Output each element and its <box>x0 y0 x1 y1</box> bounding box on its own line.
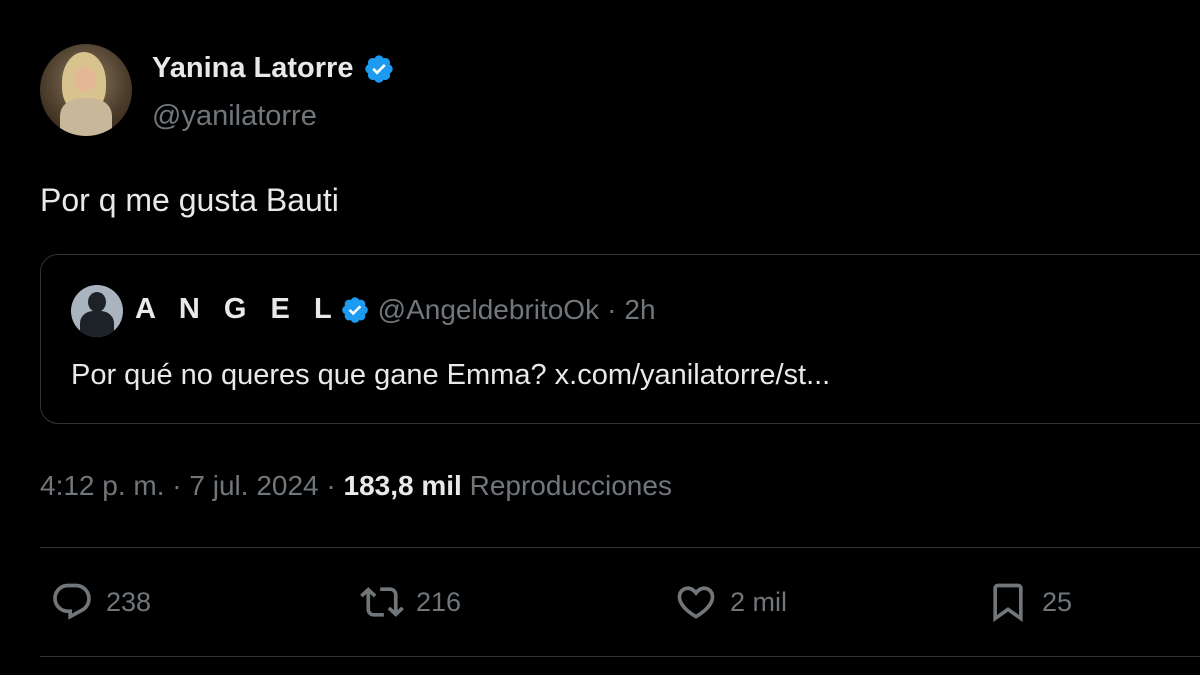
quoted-tweet-header: A N G E L @AngeldebritoOk · 2h <box>135 293 656 326</box>
reply-icon <box>53 583 91 620</box>
author-name-row: Yanina Latorre <box>152 52 395 85</box>
quoted-author-name[interactable]: A N G E L <box>135 293 340 326</box>
bookmark-count: 25 <box>1042 586 1073 617</box>
meta-separator: · <box>172 470 182 501</box>
bookmark-button[interactable]: 25 <box>986 580 1072 624</box>
quoted-avatar-body <box>80 311 114 337</box>
repost-count: 216 <box>416 586 462 617</box>
tweet-meta: 4:12 p. m. · 7 jul. 2024 · 183,8 mil Rep… <box>40 470 672 502</box>
tweet-time[interactable]: 4:12 p. m. <box>40 470 165 501</box>
author-display-name[interactable]: Yanina Latorre <box>152 52 353 85</box>
tweet-card: Yanina Latorre @yanilatorre Por q me gus… <box>0 0 1200 675</box>
tweet-text: Por q me gusta Bauti <box>40 182 339 218</box>
author-handle[interactable]: @yanilatorre <box>152 100 317 133</box>
quoted-tweet[interactable]: A N G E L @AngeldebritoOk · 2h Por qué n… <box>40 254 1200 424</box>
bookmark-icon <box>993 583 1023 623</box>
tweet-date[interactable]: 7 jul. 2024 <box>189 470 318 501</box>
like-button[interactable]: 2 mil <box>674 580 787 624</box>
like-count: 2 mil <box>730 586 788 617</box>
views-count: 183,8 mil <box>343 470 462 501</box>
verified-badge-icon <box>341 296 368 323</box>
quoted-tweet-text: Por qué no queres que gane Emma? x.com/y… <box>71 359 831 391</box>
quoted-author-handle[interactable]: @AngeldebritoOk <box>378 294 599 326</box>
avatar-face <box>74 66 96 92</box>
heart-icon <box>677 586 715 619</box>
avatar-body <box>60 98 112 136</box>
reply-button[interactable]: 238 <box>50 580 151 624</box>
meta-separator: · <box>326 470 336 501</box>
quoted-author-avatar[interactable] <box>71 285 123 337</box>
quoted-timestamp[interactable]: 2h <box>624 294 655 326</box>
quoted-separator: · <box>607 293 617 325</box>
verified-badge-icon <box>365 54 394 83</box>
repost-button[interactable]: 216 <box>360 580 461 624</box>
author-avatar[interactable] <box>40 44 132 136</box>
quoted-avatar-head <box>88 292 106 312</box>
views-label: Reproducciones <box>469 470 672 501</box>
divider <box>40 656 1200 657</box>
action-bar: 238 216 2 mil 25 <box>0 580 1200 630</box>
divider <box>40 547 1200 548</box>
repost-icon <box>360 587 404 617</box>
reply-count: 238 <box>106 586 152 617</box>
